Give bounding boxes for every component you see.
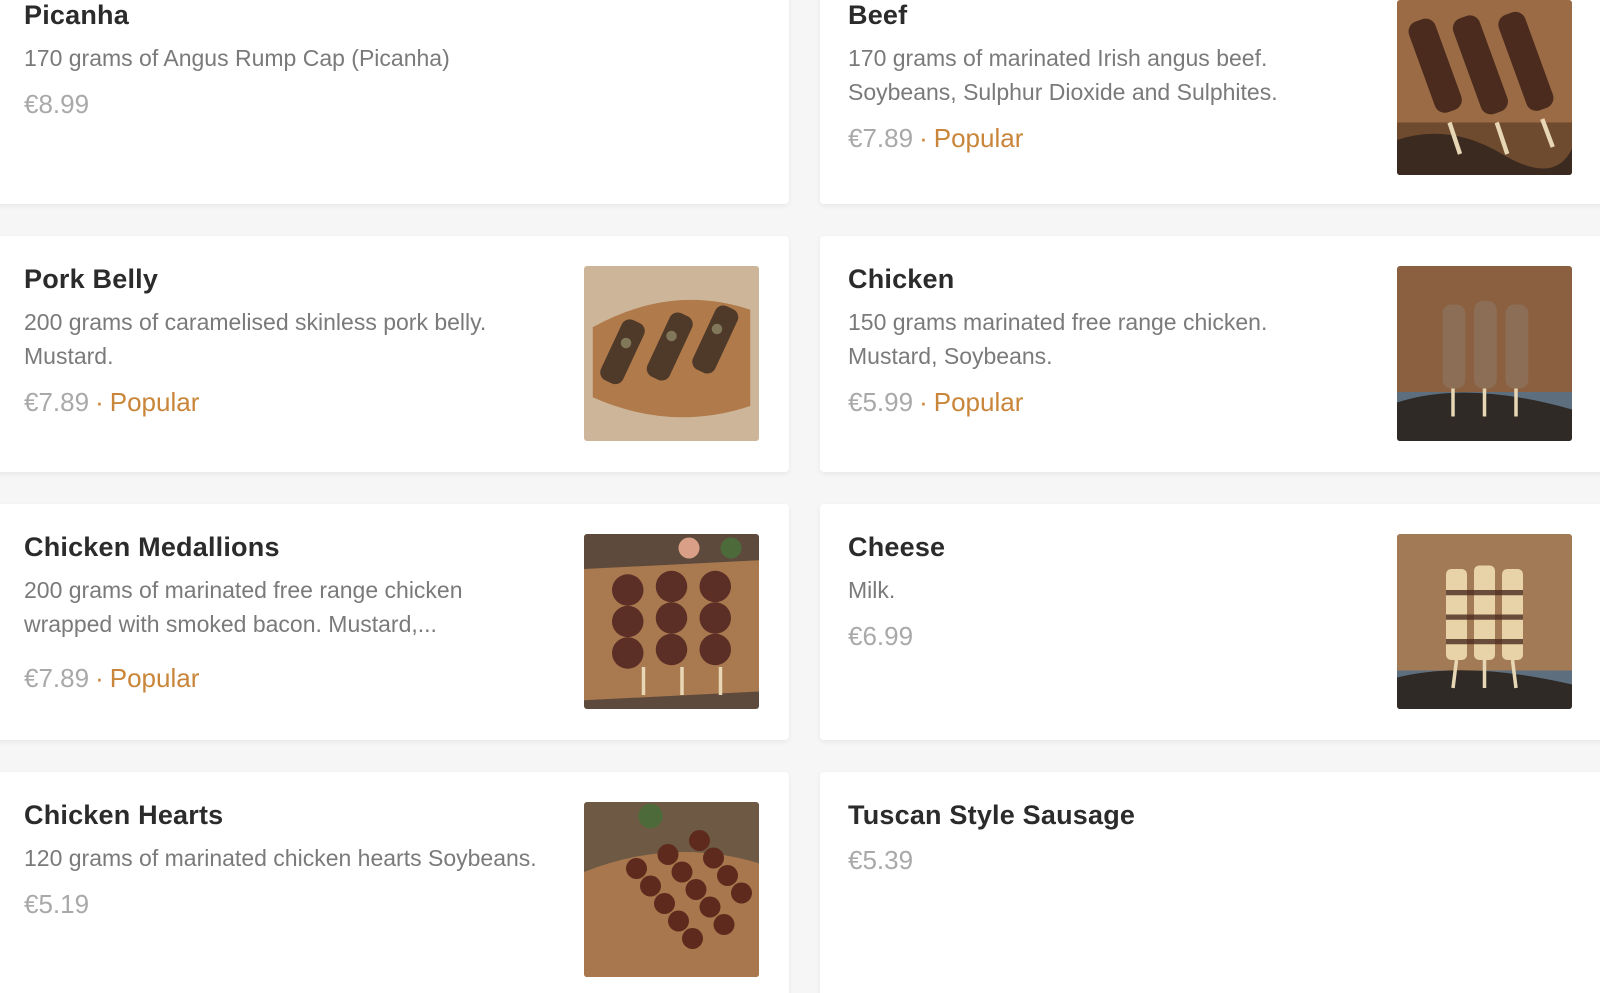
menu-item-chicken[interactable]: Chicken 150 grams marinated free range c… [820,236,1600,472]
menu-item-text: Chicken Hearts 120 grams of marinated ch… [24,800,549,920]
menu-item-description: 170 grams of Angus Rump Cap (Picanha) [24,45,450,71]
menu-item-meta: €8.99 [24,89,549,120]
menu-item-text: Picanha 170 grams of Angus Rump Cap (Pic… [24,0,549,120]
menu-item-name: Chicken Medallions [24,532,280,562]
menu-item-description: Milk. [848,577,896,603]
menu-item-price: €5.99 [848,387,914,417]
separator-dot: · [95,663,104,693]
separator-dot: · [95,387,104,417]
menu-item-meta: €7.89 · Popular [24,387,549,418]
menu-item-text: Cheese Milk. €6.99 [848,532,1360,652]
menu-item-picanha[interactable]: Picanha 170 grams of Angus Rump Cap (Pic… [0,0,789,204]
menu-item-price: €5.19 [24,889,90,919]
chicken-medallions-image [584,534,759,709]
menu-grid: Picanha 170 grams of Angus Rump Cap (Pic… [0,0,1600,993]
menu-item-text: Tuscan Style Sausage €5.39 [848,800,1360,876]
menu-item-meta: €7.89 · Popular [848,123,1360,154]
menu-item-name: Chicken [848,264,955,294]
menu-item-chicken-medallions[interactable]: Chicken Medallions 200 grams of marinate… [0,504,789,740]
menu-item-tuscan-sausage[interactable]: Tuscan Style Sausage €5.39 [820,772,1600,993]
menu-item-cheese[interactable]: Cheese Milk. €6.99 [820,504,1600,740]
menu-item-name: Chicken Hearts [24,800,224,830]
menu-item-text: Chicken Medallions 200 grams of marinate… [24,532,549,694]
menu-item-description: 200 grams of caramelised skinless pork b… [24,309,487,369]
popular-badge: Popular [109,663,200,693]
menu-item-price: €7.89 [24,387,90,417]
menu-item-chicken-hearts[interactable]: Chicken Hearts 120 grams of marinated ch… [0,772,789,993]
beef-skewers-image [1397,0,1572,175]
separator-dot: · [919,123,928,153]
menu-item-description: 170 grams of marinated Irish angus beef.… [848,45,1278,105]
menu-item-price: €6.99 [848,621,914,651]
menu-item-price: €8.99 [24,89,90,119]
menu-item-name: Beef [848,0,908,30]
popular-badge: Popular [933,387,1024,417]
popular-badge: Popular [109,387,200,417]
menu-item-text: Beef 170 grams of marinated Irish angus … [848,0,1360,154]
chicken-hearts-image [584,802,759,977]
menu-item-text: Pork Belly 200 grams of caramelised skin… [24,264,549,418]
menu-item-name: Cheese [848,532,946,562]
menu-item-text: Chicken 150 grams marinated free range c… [848,264,1360,418]
separator-dot: · [919,387,928,417]
menu-item-price: €7.89 [848,123,914,153]
menu-item-description: 120 grams of marinated chicken hearts So… [24,845,537,871]
menu-item-meta: €6.99 [848,621,1360,652]
menu-item-price: €5.39 [848,845,914,875]
menu-item-pork-belly[interactable]: Pork Belly 200 grams of caramelised skin… [0,236,789,472]
menu-item-name: Pork Belly [24,264,159,294]
chicken-skewers-image [1397,266,1572,441]
menu-item-meta: €5.39 [848,845,1360,876]
menu-item-meta: €5.19 [24,889,549,920]
pork-belly-skewers-image [584,266,759,441]
menu-item-name: Tuscan Style Sausage [848,800,1136,830]
menu-item-description: 200 grams of marinated free range chicke… [24,577,463,637]
cheese-skewers-image [1397,534,1572,709]
menu-item-name: Picanha [24,0,129,30]
menu-item-description: 150 grams marinated free range chicken. … [848,309,1268,369]
menu-item-meta: €7.89 · Popular [24,663,549,694]
menu-item-meta: €5.99 · Popular [848,387,1360,418]
menu-item-beef[interactable]: Beef 170 grams of marinated Irish angus … [820,0,1600,204]
menu-item-price: €7.89 [24,663,90,693]
popular-badge: Popular [933,123,1024,153]
